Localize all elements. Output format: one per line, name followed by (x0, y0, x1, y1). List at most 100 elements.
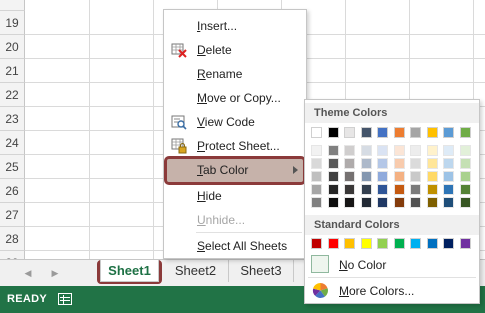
menu-item-tab-color[interactable]: Tab Color (165, 158, 306, 182)
menu-item-view-code[interactable]: View Code (165, 110, 306, 134)
theme-shade-swatch[interactable] (459, 158, 471, 169)
theme-shade-swatch[interactable] (410, 158, 421, 169)
theme-shade-swatch[interactable] (377, 145, 388, 156)
menu-item-insert[interactable]: Insert... (165, 14, 306, 38)
theme-shade-swatch[interactable] (443, 158, 454, 169)
theme-shade-swatch[interactable] (393, 145, 405, 156)
standard-color-swatch[interactable] (311, 238, 322, 249)
theme-shade-swatch[interactable] (459, 171, 471, 182)
theme-shade-swatch[interactable] (426, 145, 438, 156)
standard-color-swatch[interactable] (410, 238, 421, 249)
theme-shade-swatch[interactable] (377, 171, 388, 182)
theme-shade-swatch[interactable] (459, 145, 471, 156)
theme-shade-swatch[interactable] (344, 171, 355, 182)
theme-shade-swatch[interactable] (327, 171, 339, 182)
row-header[interactable]: 26 (0, 179, 25, 203)
theme-shade-swatch[interactable] (360, 197, 372, 208)
theme-shade-swatch[interactable] (344, 145, 355, 156)
theme-shade-swatch[interactable] (377, 184, 388, 195)
theme-shade-swatch[interactable] (410, 197, 421, 208)
theme-color-swatch[interactable] (327, 127, 339, 138)
more-colors-option[interactable]: More Colors... (306, 279, 478, 303)
scroll-tabs-right-icon[interactable]: ▶ (48, 266, 62, 280)
theme-shade-swatch[interactable] (426, 158, 438, 169)
theme-shade-swatch[interactable] (327, 184, 339, 195)
theme-color-swatch[interactable] (459, 127, 471, 138)
menu-item-delete[interactable]: Delete (165, 38, 306, 62)
theme-shade-swatch[interactable] (360, 158, 372, 169)
record-macro-icon[interactable] (58, 293, 72, 305)
theme-shade-swatch[interactable] (360, 184, 372, 195)
theme-shade-swatch[interactable] (344, 197, 355, 208)
standard-color-swatch[interactable] (426, 238, 438, 249)
theme-shade-swatch[interactable] (410, 171, 421, 182)
theme-shade-swatch[interactable] (327, 145, 339, 156)
standard-color-swatch[interactable] (459, 238, 471, 249)
theme-shade-swatch[interactable] (443, 184, 454, 195)
row-header[interactable]: 28 (0, 227, 25, 251)
theme-shade-swatch[interactable] (393, 184, 405, 195)
theme-shade-swatch[interactable] (311, 145, 322, 156)
menu-item-hide[interactable]: Hide (165, 184, 306, 208)
theme-shade-swatch[interactable] (327, 197, 339, 208)
theme-color-swatch[interactable] (393, 127, 405, 138)
protect-sheet-icon (171, 138, 187, 154)
standard-color-swatch[interactable] (393, 238, 405, 249)
theme-color-swatch[interactable] (443, 127, 454, 138)
theme-shade-swatch[interactable] (410, 184, 421, 195)
standard-color-swatch[interactable] (327, 238, 339, 249)
menu-item-protect-sheet[interactable]: Protect Sheet... (165, 134, 306, 158)
row-header[interactable]: 24 (0, 131, 25, 155)
standard-color-swatch[interactable] (360, 238, 372, 249)
theme-shade-swatch[interactable] (377, 197, 388, 208)
theme-shade-swatch[interactable] (393, 197, 405, 208)
theme-shade-swatch[interactable] (360, 145, 372, 156)
row-header[interactable]: 23 (0, 107, 25, 131)
no-color-icon (311, 255, 329, 273)
theme-shade-swatch[interactable] (311, 158, 322, 169)
row-header[interactable]: 27 (0, 203, 25, 227)
theme-shade-swatch[interactable] (393, 158, 405, 169)
theme-color-swatch[interactable] (344, 127, 355, 138)
theme-shade-swatch[interactable] (459, 197, 471, 208)
row-header[interactable]: 20 (0, 35, 25, 59)
sheet-tab-sheet1[interactable]: Sheet1 (100, 260, 159, 282)
theme-shade-swatch[interactable] (443, 145, 454, 156)
theme-shade-swatch[interactable] (426, 171, 438, 182)
menu-item-select-all-sheets[interactable]: Select All Sheets (165, 234, 306, 258)
theme-shade-swatch[interactable] (327, 158, 339, 169)
no-color-option[interactable]: No Color (306, 253, 478, 277)
theme-shade-swatch[interactable] (344, 184, 355, 195)
theme-shade-swatch[interactable] (311, 197, 322, 208)
theme-shade-swatch[interactable] (443, 171, 454, 182)
standard-color-swatch[interactable] (443, 238, 454, 249)
theme-shade-swatch[interactable] (426, 184, 438, 195)
theme-color-swatch[interactable] (410, 127, 421, 138)
theme-shade-swatch[interactable] (360, 171, 372, 182)
theme-shade-swatch[interactable] (393, 171, 405, 182)
menu-item-rename[interactable]: Rename (165, 62, 306, 86)
row-header[interactable]: 19 (0, 11, 25, 35)
theme-shade-swatch[interactable] (459, 184, 471, 195)
theme-shade-swatch[interactable] (377, 158, 388, 169)
theme-color-swatch[interactable] (426, 127, 438, 138)
standard-color-swatch[interactable] (377, 238, 388, 249)
scroll-tabs-left-icon[interactable]: ◀ (21, 266, 35, 280)
sheet-tab-sheet2[interactable]: Sheet2 (163, 260, 229, 282)
theme-color-swatch[interactable] (311, 127, 322, 138)
theme-shade-swatch[interactable] (443, 197, 454, 208)
sheet-tab-sheet3[interactable]: Sheet3 (229, 260, 294, 282)
theme-shade-swatch[interactable] (410, 145, 421, 156)
row-header[interactable]: 25 (0, 155, 25, 179)
row-header[interactable]: 22 (0, 83, 25, 107)
standard-color-swatch[interactable] (344, 238, 355, 249)
menu-item-move-or-copy[interactable]: Move or Copy... (165, 86, 306, 110)
theme-shade-swatch[interactable] (426, 197, 438, 208)
theme-shade-swatch[interactable] (344, 158, 355, 169)
theme-shade-swatch[interactable] (311, 184, 322, 195)
row-header[interactable]: 21 (0, 59, 25, 83)
menu-item-label: Protect Sheet... (197, 139, 280, 153)
theme-color-swatch[interactable] (377, 127, 388, 138)
theme-shade-swatch[interactable] (311, 171, 322, 182)
theme-color-swatch[interactable] (360, 127, 372, 138)
